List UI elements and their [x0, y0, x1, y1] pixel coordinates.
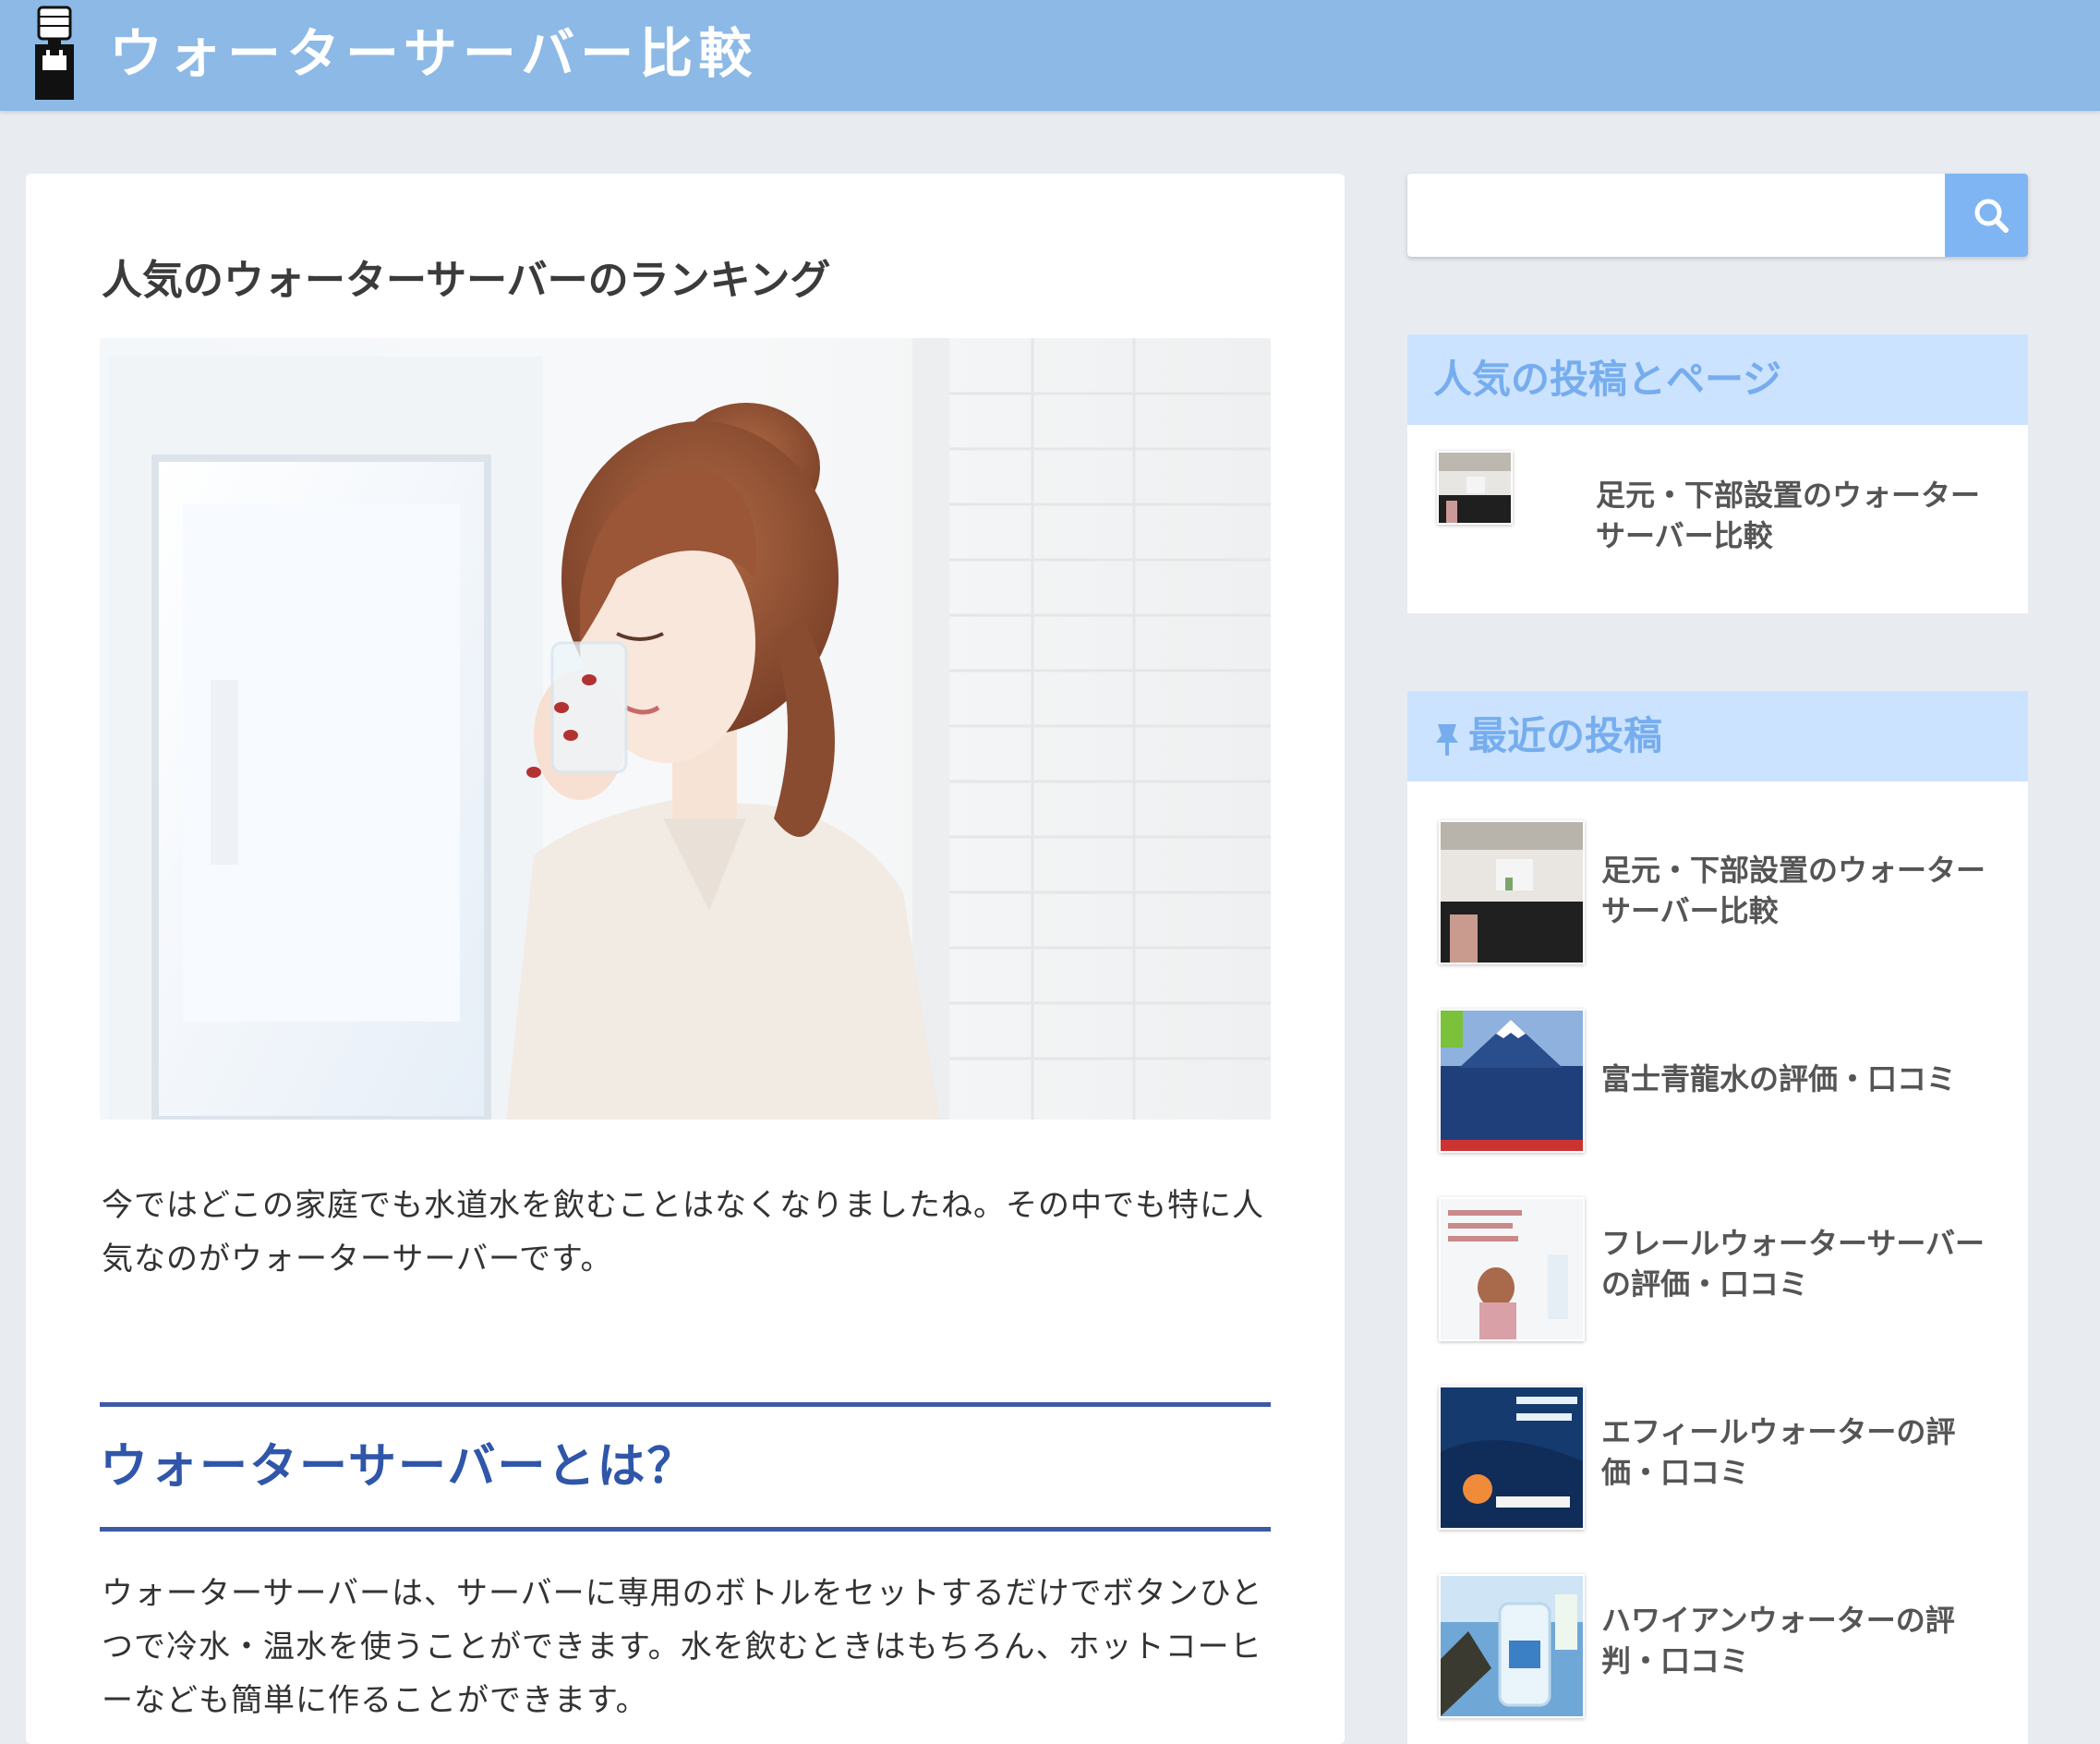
pin-icon	[1436, 723, 1458, 756]
recent-widget-title: 最近の投稿	[1407, 691, 2028, 781]
water-server-logo-icon[interactable]	[33, 6, 76, 102]
recent-item-thumbnail[interactable]	[1439, 1009, 1585, 1153]
section-heading: ウォーターサーバーとは？	[100, 1402, 1271, 1532]
search-icon	[1974, 199, 2009, 233]
recent-item-link[interactable]: エフィールウォーターの評価・口コミ	[1601, 1411, 2008, 1493]
site-header: ウォーターサーバー比較	[0, 0, 2100, 111]
article-title: 人気のウォーターサーバーのランキング	[102, 257, 831, 304]
popular-item-thumbnail[interactable]	[1437, 451, 1513, 525]
popular-posts-widget: 人気の投稿とページ 足元・下部設置のウォーターサーバー比較	[1407, 334, 2028, 613]
recent-item-thumbnail[interactable]	[1439, 1197, 1585, 1341]
recent-item-thumbnail[interactable]	[1439, 1386, 1585, 1530]
search-button[interactable]	[1945, 174, 2028, 257]
search-box	[1407, 174, 2028, 257]
site-title-link[interactable]: ウォーターサーバー比較	[109, 17, 757, 91]
hero-image-woman-drinking-water	[100, 338, 1271, 1120]
recent-item-link[interactable]: 富士青龍水の評価・口コミ	[1601, 1059, 2008, 1099]
recent-widget-title-text: 最近の投稿	[1468, 713, 1663, 758]
recent-item-link[interactable]: 足元・下部設置のウォーターサーバー比較	[1601, 850, 2008, 931]
popular-widget-title: 人気の投稿とページ	[1407, 334, 2028, 425]
intro-paragraph: 今ではどこの家庭でも水道水を飲むことはなくなりましたね。その中でも特に人気なのが…	[102, 1187, 1264, 1278]
recent-item-link[interactable]: ハワイアンウォーターの評判・口コミ	[1601, 1600, 2008, 1681]
article-card: 人気のウォーターサーバーのランキング 今ではどこの家庭でも水道水を飲むことはなく…	[26, 174, 1345, 1744]
recent-item-thumbnail[interactable]	[1439, 1574, 1585, 1718]
section-paragraph: ウォーターサーバーは、サーバーに専用のボトルをセットするだけでボタンひとつで冷水…	[102, 1575, 1263, 1719]
search-input[interactable]	[1407, 174, 1943, 257]
recent-item-thumbnail[interactable]	[1439, 820, 1585, 964]
recent-item-link[interactable]: フレールウォーターサーバーの評価・口コミ	[1601, 1223, 2008, 1304]
popular-item-link[interactable]: 足元・下部設置のウォーターサーバー比較	[1596, 475, 2002, 556]
recent-posts-widget: 最近の投稿 足元・下部設置のウォーターサーバー比較 富士青龍水の評価・口コミ フ…	[1407, 691, 2028, 1744]
